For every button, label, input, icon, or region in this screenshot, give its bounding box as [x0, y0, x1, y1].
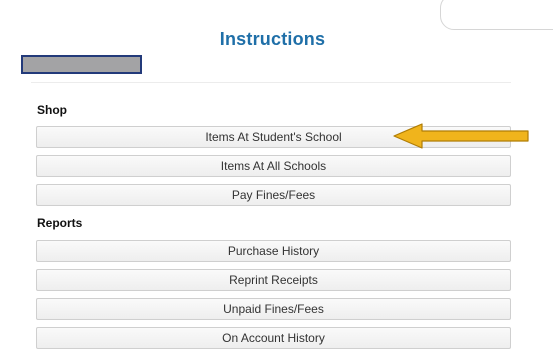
on-account-history-button[interactable]: On Account History: [36, 327, 511, 349]
pay-fines-fees-button[interactable]: Pay Fines/Fees: [36, 184, 511, 206]
divider: [31, 82, 511, 83]
page: Instructions Shop Items At Student's Sch…: [0, 0, 553, 357]
arrow-left-icon: [393, 123, 529, 149]
reprint-receipts-button[interactable]: Reprint Receipts: [36, 269, 511, 291]
section-heading-shop: Shop: [37, 103, 67, 117]
top-right-tab: [440, 0, 553, 30]
items-at-all-schools-button[interactable]: Items At All Schools: [36, 155, 511, 177]
section-heading-reports: Reports: [37, 216, 83, 230]
page-title: Instructions: [219, 29, 326, 49]
redacted-field: [21, 55, 142, 74]
unpaid-fines-fees-button[interactable]: Unpaid Fines/Fees: [36, 298, 511, 320]
purchase-history-button[interactable]: Purchase History: [36, 240, 511, 262]
